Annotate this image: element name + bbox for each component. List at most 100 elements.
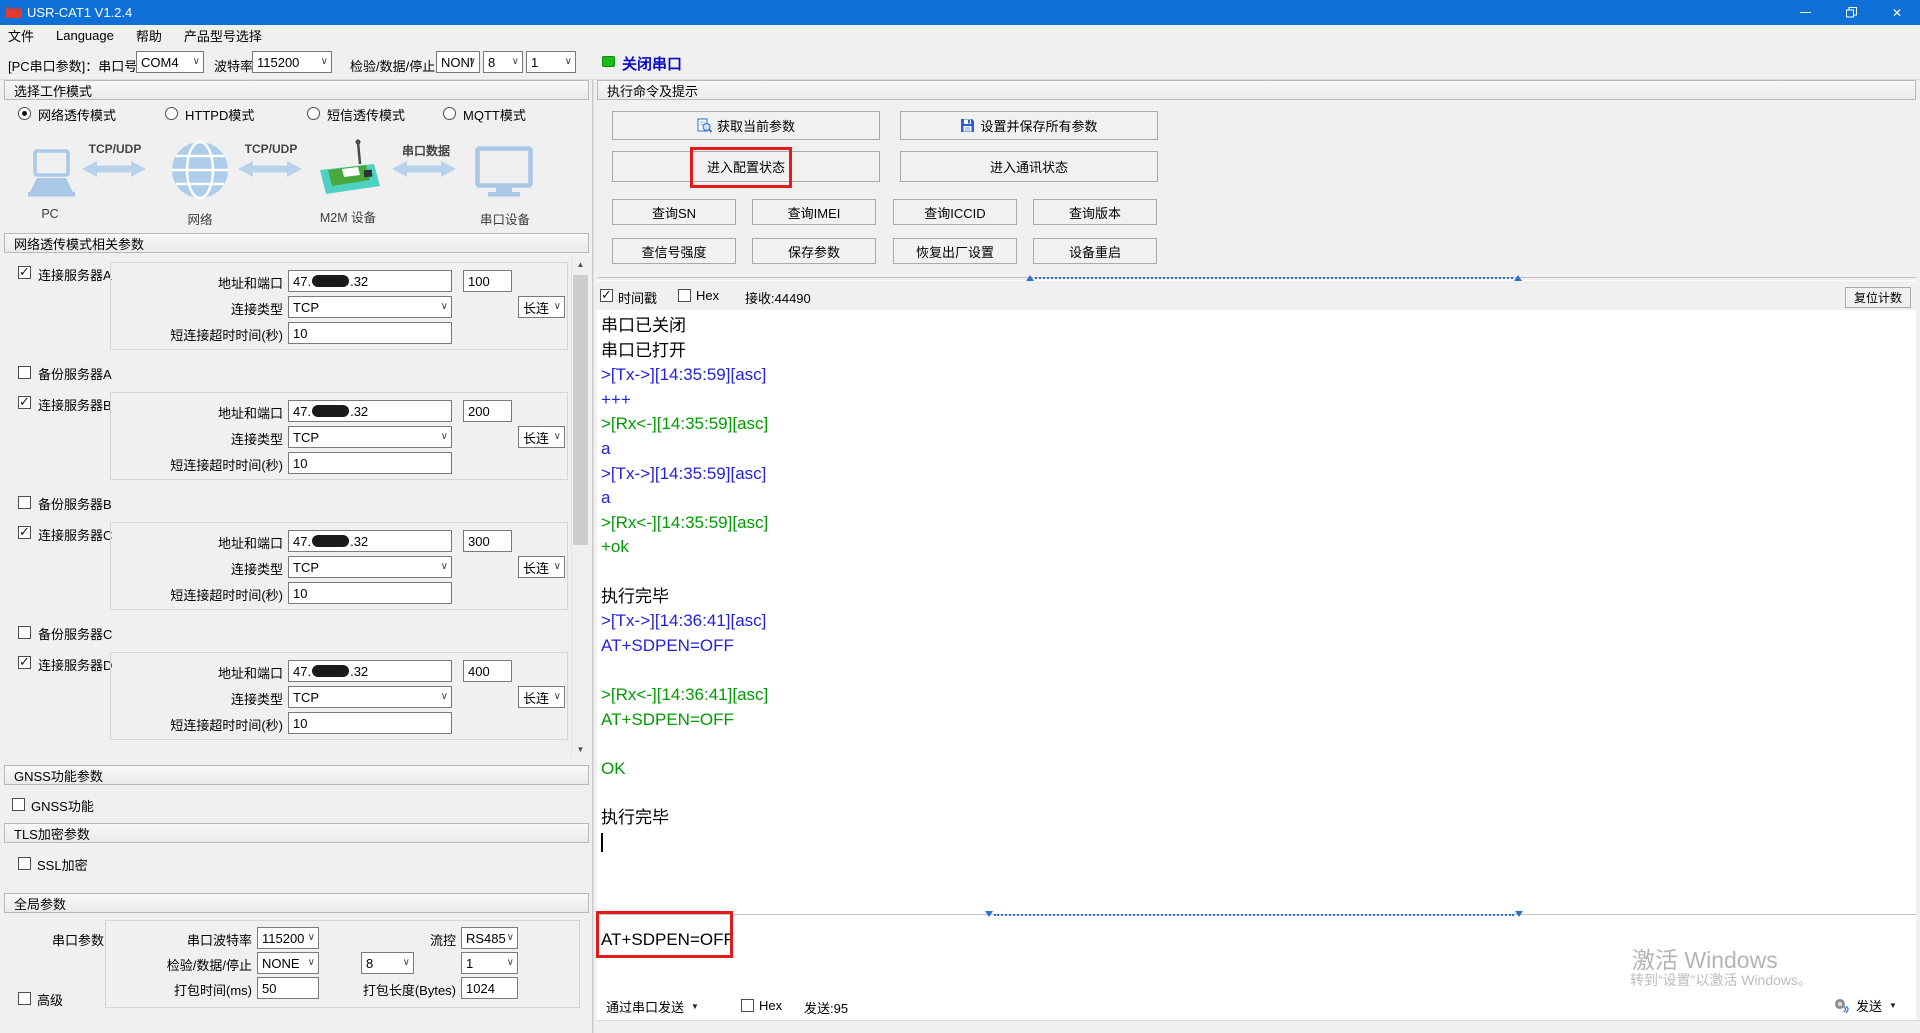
send-hex-checkbox[interactable] (741, 999, 754, 1012)
packtime-label: 打包时间(ms) (140, 980, 252, 999)
gnss-label: GNSS功能 (31, 796, 94, 815)
reset-count-button[interactable]: 复位计数 (1845, 287, 1911, 308)
server-a-label: 连接服务器A (38, 265, 112, 284)
close-port-button[interactable]: 关闭串口 (622, 53, 682, 74)
annotation-enter-config (690, 147, 792, 188)
serial-baud-select[interactable]: 115200∨ (257, 927, 319, 949)
server-a-port-input[interactable]: 100 (463, 270, 512, 292)
server-b-type-select[interactable]: TCP∨ (288, 426, 452, 448)
menu-product-model[interactable]: 产品型号选择 (184, 26, 262, 45)
flow-select[interactable]: RS485∨ (461, 927, 518, 949)
server-d-port-input[interactable]: 400 (463, 660, 512, 682)
chevron-down-icon: ∨ (554, 301, 561, 313)
advanced-checkbox[interactable] (18, 992, 31, 1005)
set-save-all-button[interactable]: 设置并保存所有参数 (900, 111, 1158, 140)
server-d-type-select[interactable]: TCP∨ (288, 686, 452, 708)
bottom-splitter-handle[interactable] (994, 914, 1514, 918)
scroll-down-icon[interactable]: ▼ (572, 741, 589, 758)
server-d-timeout-input[interactable]: 10 (288, 712, 452, 734)
close-icon: ✕ (1892, 6, 1902, 20)
menu-file[interactable]: 文件 (8, 26, 34, 45)
server-b-port-input[interactable]: 200 (463, 400, 512, 422)
splitter-arrow-icon (985, 911, 993, 917)
log-hex-label: Hex (696, 288, 719, 303)
globe-icon (170, 140, 230, 203)
radio-sms-passthrough[interactable] (307, 107, 320, 120)
redaction-mark (312, 535, 349, 547)
redaction-mark (312, 405, 349, 417)
serial-databits-select[interactable]: 8∨ (361, 952, 414, 974)
stopbits-select[interactable]: 1∨ (526, 51, 576, 73)
send-button[interactable]: 发送 ▼ (1834, 996, 1897, 1015)
log-area[interactable]: 串口已关闭串口已打开>[Tx->][14:35:59][asc]+++>[Rx<… (601, 314, 1901, 906)
databits-select[interactable]: 8∨ (483, 51, 523, 73)
server-d-checkbox[interactable] (18, 656, 31, 669)
backup-a-checkbox[interactable] (18, 366, 31, 379)
radio-label: HTTPD模式 (185, 105, 254, 124)
server-c-port-input[interactable]: 300 (463, 530, 512, 552)
get-params-button[interactable]: 获取当前参数 (612, 111, 880, 140)
baud-select[interactable]: 115200∨ (252, 51, 332, 73)
chevron-down-icon: ∨ (554, 431, 561, 443)
top-splitter-handle[interactable] (1035, 277, 1513, 281)
reboot-button[interactable]: 设备重启 (1033, 238, 1157, 264)
link-label: TCP/UDP (240, 142, 302, 156)
query-iccid-button[interactable]: 查询ICCID (893, 199, 1017, 225)
conn-type-label: 连接类型 (120, 429, 283, 448)
server-d-address-input[interactable]: 47..32 (288, 660, 452, 682)
server-b-mode-select[interactable]: 长连∨ (518, 426, 565, 448)
server-c-type-select[interactable]: TCP∨ (288, 556, 452, 578)
backup-c-checkbox[interactable] (18, 626, 31, 639)
gnss-checkbox[interactable] (12, 798, 25, 811)
save-params-button[interactable]: 保存参数 (752, 238, 876, 264)
server-c-address-input[interactable]: 47..32 (288, 530, 452, 552)
chevron-down-icon: ∨ (321, 56, 328, 68)
scrollbar-thumb[interactable] (573, 275, 588, 545)
server-a-mode-select[interactable]: 长连∨ (518, 296, 565, 318)
factory-reset-button[interactable]: 恢复出厂设置 (893, 238, 1017, 264)
packlen-input[interactable]: 1024 (461, 977, 518, 999)
send-via-serial-dropdown[interactable]: 通过串口发送▼ (606, 997, 699, 1016)
parity-select[interactable]: NONI∨ (436, 51, 480, 73)
server-c-mode-select[interactable]: 长连∨ (518, 556, 565, 578)
server-c-timeout-input[interactable]: 10 (288, 582, 452, 604)
radio-net-passthrough[interactable] (18, 107, 31, 120)
scroll-up-icon[interactable]: ▲ (572, 256, 589, 273)
server-b-timeout-input[interactable]: 10 (288, 452, 452, 474)
radio-mqtt[interactable] (443, 107, 456, 120)
server-a-type-select[interactable]: TCP∨ (288, 296, 452, 318)
query-sn-button[interactable]: 查询SN (612, 199, 736, 225)
backup-b-checkbox[interactable] (18, 496, 31, 509)
redaction-mark (312, 665, 349, 677)
serial-parity-select[interactable]: NONE∨ (257, 952, 319, 974)
menu-language[interactable]: Language (56, 28, 114, 43)
left-panel-scrollbar[interactable]: ▲ ▼ (571, 256, 588, 758)
timestamp-checkbox[interactable] (600, 289, 613, 302)
radio-httpd[interactable] (165, 107, 178, 120)
log-hex-checkbox[interactable] (678, 289, 691, 302)
query-imei-button[interactable]: 查询IMEI (752, 199, 876, 225)
packtime-input[interactable]: 50 (257, 977, 319, 999)
query-signal-button[interactable]: 查信号强度 (612, 238, 736, 264)
close-button[interactable]: ✕ (1874, 0, 1920, 25)
log-line (601, 560, 1901, 585)
app-window: USR-CAT1 V1.2.4 ✕ 文件 Language 帮助 产品型号选择 … (0, 0, 1920, 1033)
gnss-header: GNSS功能参数 (4, 765, 589, 785)
server-b-address-input[interactable]: 47..32 (288, 400, 452, 422)
minimize-button[interactable] (1782, 0, 1828, 25)
link-label: TCP/UDP (84, 142, 146, 156)
ssl-checkbox[interactable] (18, 857, 31, 870)
menu-help[interactable]: 帮助 (136, 26, 162, 45)
com-port-select[interactable]: COM4∨ (136, 51, 204, 73)
server-a-timeout-input[interactable]: 10 (288, 322, 452, 344)
enter-comm-button[interactable]: 进入通讯状态 (900, 151, 1158, 182)
server-d-mode-select[interactable]: 长连∨ (518, 686, 565, 708)
radio-label: 短信透传模式 (327, 105, 405, 124)
serial-stopbits-select[interactable]: 1∨ (461, 952, 518, 974)
server-c-checkbox[interactable] (18, 526, 31, 539)
query-version-button[interactable]: 查询版本 (1033, 199, 1157, 225)
server-a-checkbox[interactable] (18, 266, 31, 279)
restore-button[interactable] (1828, 0, 1874, 25)
server-a-address-input[interactable]: 47..32 (288, 270, 452, 292)
server-b-checkbox[interactable] (18, 396, 31, 409)
